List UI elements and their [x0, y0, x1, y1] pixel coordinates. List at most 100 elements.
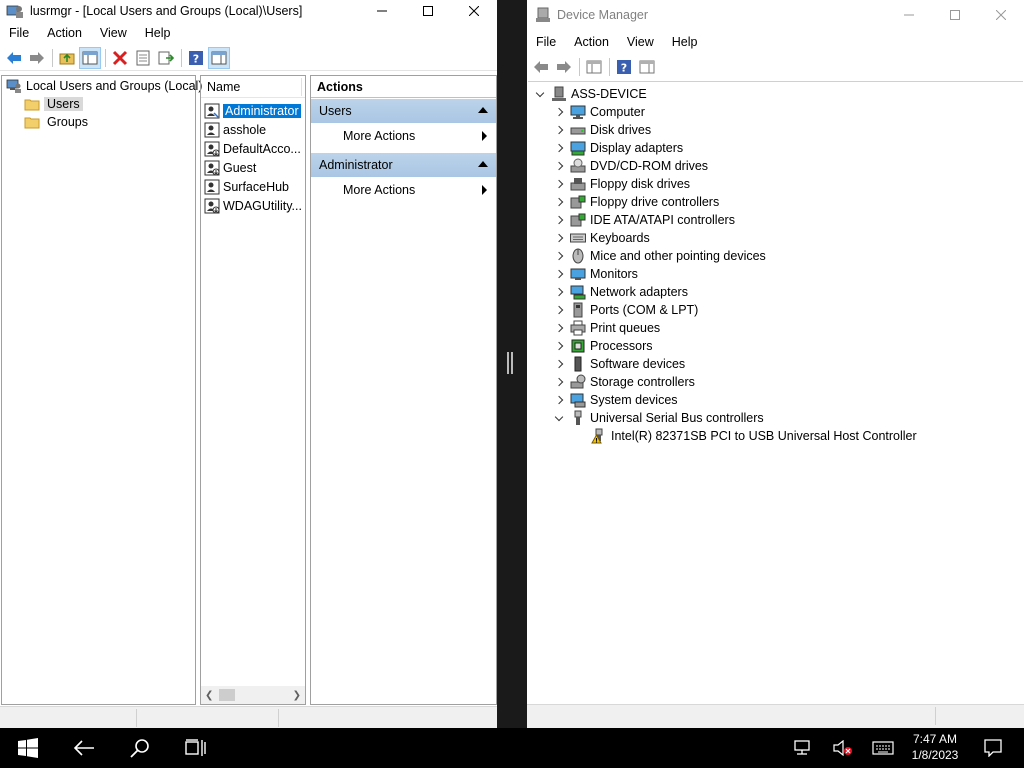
- dm-help-button[interactable]: ?: [613, 56, 635, 78]
- collapse-up-icon[interactable]: [478, 107, 488, 113]
- collapse-up-icon[interactable]: [478, 161, 488, 167]
- expand-chevron-icon[interactable]: [553, 322, 565, 334]
- back-button[interactable]: [3, 47, 25, 69]
- device-usb-host-controller[interactable]: ! Intel(R) 82371SB PCI to USB Universal …: [591, 427, 917, 445]
- expand-chevron-icon[interactable]: [553, 268, 565, 280]
- device-category[interactable]: Floppy drive controllers: [553, 193, 719, 211]
- expand-chevron-icon[interactable]: [553, 376, 565, 388]
- more-actions-users[interactable]: More Actions: [311, 124, 496, 148]
- column-header-name[interactable]: Name: [201, 76, 305, 98]
- taskbar-clock[interactable]: 7:47 AM 1/8/2023: [905, 731, 965, 763]
- lusrmgr-titlebar[interactable]: lusrmgr - [Local Users and Groups (Local…: [0, 0, 497, 22]
- users-list-pane[interactable]: Name Administrator asshole DefaultAcco..…: [200, 75, 306, 705]
- list-item-user[interactable]: asshole: [204, 121, 266, 139]
- delete-button[interactable]: [109, 47, 131, 69]
- expand-chevron-icon[interactable]: [553, 250, 565, 262]
- dm-menu-view[interactable]: View: [618, 35, 663, 49]
- menu-help[interactable]: Help: [136, 26, 180, 40]
- expand-chevron-icon[interactable]: [553, 304, 565, 316]
- list-item-user[interactable]: DefaultAcco...: [204, 140, 301, 158]
- device-tree-root[interactable]: ASS-DEVICE: [534, 85, 647, 103]
- list-item-user[interactable]: SurfaceHub: [204, 178, 289, 196]
- device-category[interactable]: Floppy disk drives: [553, 175, 690, 193]
- search-button[interactable]: [120, 728, 160, 768]
- horizontal-scrollbar[interactable]: ❮ ❯: [201, 686, 305, 704]
- actions-section-users[interactable]: Users: [311, 99, 496, 123]
- console-tree-pane[interactable]: Local Users and Groups (Local) Users Gro…: [1, 75, 202, 705]
- device-category[interactable]: System devices: [553, 391, 678, 409]
- device-category[interactable]: Print queues: [553, 319, 660, 337]
- scroll-right-icon[interactable]: ❯: [293, 690, 301, 701]
- minimize-button[interactable]: [359, 0, 405, 22]
- splitter-handle-icon[interactable]: [507, 352, 513, 374]
- dm-back-button[interactable]: [530, 56, 552, 78]
- device-category-usb[interactable]: Universal Serial Bus controllers: [553, 409, 764, 427]
- up-folder-button[interactable]: [56, 47, 78, 69]
- dm-action-pane-button[interactable]: [636, 56, 658, 78]
- dm-show-hide-tree-button[interactable]: [583, 56, 605, 78]
- dm-menu-help[interactable]: Help: [663, 35, 707, 49]
- forward-button[interactable]: [26, 47, 48, 69]
- expand-chevron-icon[interactable]: [553, 286, 565, 298]
- start-button[interactable]: [8, 728, 48, 768]
- scroll-left-icon[interactable]: ❮: [205, 690, 213, 701]
- expand-chevron-icon[interactable]: [553, 178, 565, 190]
- dm-menu-action[interactable]: Action: [565, 35, 618, 49]
- device-category[interactable]: DVD/CD-ROM drives: [553, 157, 708, 175]
- device-category[interactable]: Software devices: [553, 355, 685, 373]
- network-tray-button[interactable]: [788, 728, 818, 768]
- expand-chevron-icon[interactable]: [553, 106, 565, 118]
- touch-keyboard-button[interactable]: [868, 728, 898, 768]
- device-category[interactable]: Monitors: [553, 265, 638, 283]
- export-list-button[interactable]: [155, 47, 177, 69]
- collapse-chevron-icon[interactable]: [534, 88, 546, 100]
- devmgr-close-button[interactable]: [978, 0, 1024, 30]
- devmgr-titlebar[interactable]: Device Manager: [527, 0, 1024, 30]
- expand-chevron-icon[interactable]: [553, 358, 565, 370]
- menu-action[interactable]: Action: [38, 26, 91, 40]
- close-button[interactable]: [451, 0, 497, 22]
- help-button[interactable]: ?: [185, 47, 207, 69]
- device-category[interactable]: Keyboards: [553, 229, 650, 247]
- actions-section-administrator[interactable]: Administrator: [311, 153, 496, 177]
- device-category[interactable]: IDE ATA/ATAPI controllers: [553, 211, 735, 229]
- list-item-user[interactable]: Administrator: [204, 102, 301, 120]
- collapse-chevron-icon[interactable]: [553, 412, 565, 424]
- expand-chevron-icon[interactable]: [553, 124, 565, 136]
- device-category[interactable]: Computer: [553, 103, 645, 121]
- tree-root[interactable]: Local Users and Groups (Local): [6, 77, 202, 95]
- list-item-user[interactable]: Guest: [204, 159, 256, 177]
- tree-item-groups[interactable]: Groups: [24, 113, 91, 131]
- expand-chevron-icon[interactable]: [553, 232, 565, 244]
- expand-chevron-icon[interactable]: [553, 196, 565, 208]
- task-view-button[interactable]: [176, 728, 216, 768]
- taskbar-back-button[interactable]: [64, 728, 104, 768]
- expand-chevron-icon[interactable]: [553, 340, 565, 352]
- show-hide-tree-button[interactable]: [79, 46, 101, 69]
- dm-forward-button[interactable]: [553, 56, 575, 78]
- properties-button[interactable]: [132, 47, 154, 69]
- device-category[interactable]: Processors: [553, 337, 653, 355]
- action-center-button[interactable]: [978, 728, 1008, 768]
- menu-file[interactable]: File: [0, 26, 38, 40]
- scroll-thumb[interactable]: [219, 689, 235, 701]
- device-category[interactable]: Storage controllers: [553, 373, 695, 391]
- expand-chevron-icon[interactable]: [553, 142, 565, 154]
- device-category[interactable]: Mice and other pointing devices: [553, 247, 766, 265]
- devmgr-maximize-button[interactable]: [932, 0, 978, 30]
- expand-chevron-icon[interactable]: [553, 160, 565, 172]
- menu-view[interactable]: View: [91, 26, 136, 40]
- more-actions-administrator[interactable]: More Actions: [311, 178, 496, 202]
- tree-item-users[interactable]: Users: [24, 95, 83, 113]
- device-category[interactable]: Disk drives: [553, 121, 651, 139]
- expand-chevron-icon[interactable]: [553, 214, 565, 226]
- device-tree[interactable]: ASS-DEVICE Computer Disk drives Display …: [528, 81, 1023, 699]
- expand-chevron-icon[interactable]: [553, 394, 565, 406]
- maximize-button[interactable]: [405, 0, 451, 22]
- device-category[interactable]: Network adapters: [553, 283, 688, 301]
- dm-menu-file[interactable]: File: [527, 35, 565, 49]
- list-item-user[interactable]: WDAGUtility...: [204, 197, 302, 215]
- snap-splitter[interactable]: [497, 0, 527, 728]
- devmgr-minimize-button[interactable]: [886, 0, 932, 30]
- device-category[interactable]: Display adapters: [553, 139, 683, 157]
